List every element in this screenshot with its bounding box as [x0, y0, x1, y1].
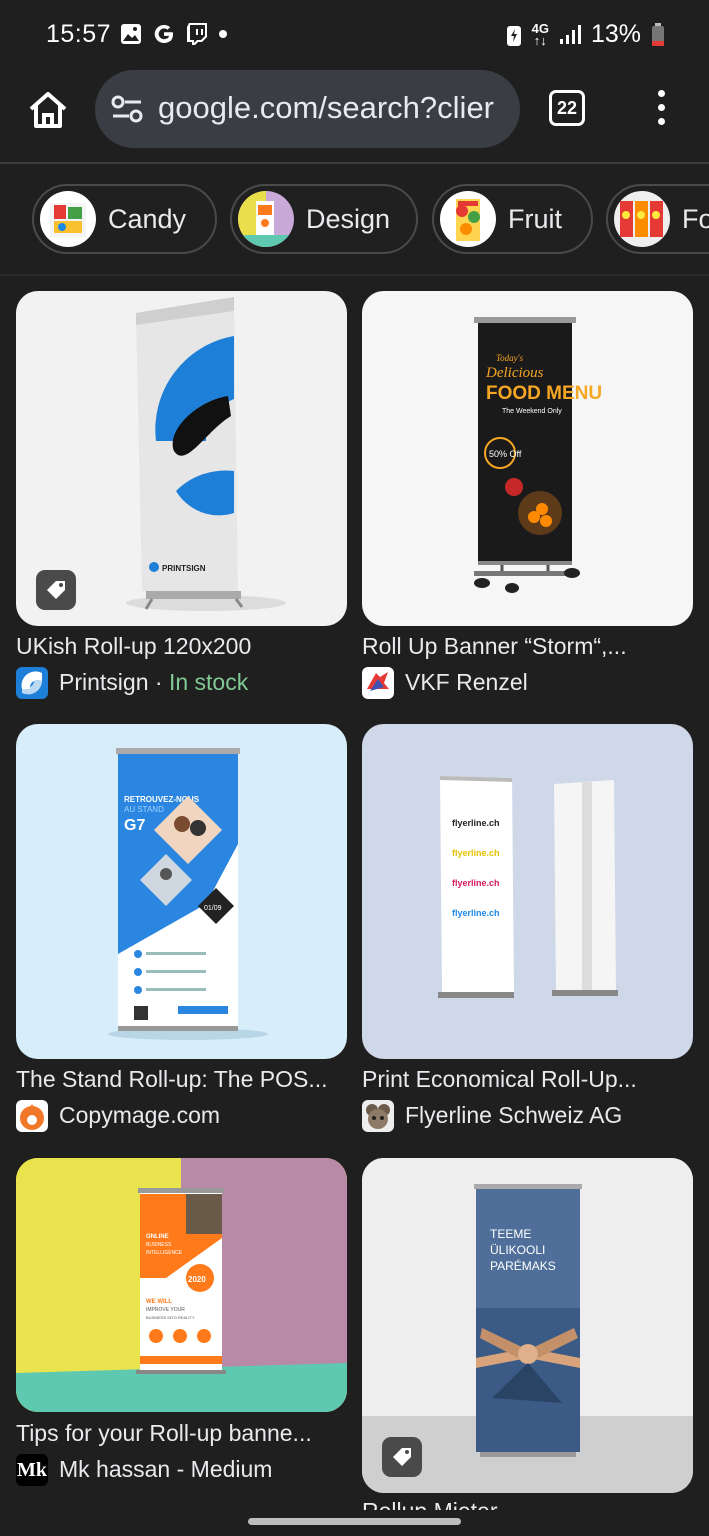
chip-thumbnail: [40, 191, 96, 247]
banner-text: Delicious: [485, 365, 544, 381]
network-type: 4G ↑↓: [531, 20, 549, 48]
more-options-icon[interactable]: [656, 90, 666, 126]
result-image[interactable]: PRINTSIGN: [16, 291, 347, 626]
chip-thumbnail: [440, 191, 496, 247]
result-image[interactable]: flyerline.ch flyerline.ch flyerline.ch f…: [362, 724, 693, 1059]
banner-text: BUSINESS: [146, 1242, 172, 1248]
source-favicon: Mk: [16, 1454, 48, 1486]
source-favicon: [16, 667, 48, 699]
result-source[interactable]: Printsign · In stock: [16, 667, 249, 699]
source-name: Flyerline Schweiz AG: [405, 1102, 623, 1128]
status-time: 15:57: [46, 20, 112, 48]
banner-text: flyerline.ch: [452, 818, 500, 828]
stock-status: In stock: [168, 669, 249, 695]
banner-text: 50% Off: [489, 449, 522, 459]
banner-text: 2020: [188, 1275, 206, 1284]
banner-text: ÜLIKOOLI: [490, 1243, 545, 1257]
battery-percent: 13%: [590, 20, 641, 48]
browser-toolbar: google.com/search?clier 22: [0, 68, 709, 164]
chip-fruit[interactable]: Fruit: [432, 184, 593, 254]
source-name: Copymage.com: [59, 1102, 221, 1128]
chip-label: Fruit: [508, 203, 562, 234]
battery-icon: [652, 22, 664, 46]
filter-chips: Candy Design Fruit Fo: [0, 164, 709, 276]
source-name: Mk hassan - Medium: [59, 1456, 273, 1482]
battery-saver-icon: [506, 25, 521, 46]
twitch-icon: [187, 23, 207, 45]
banner-text: G7: [124, 817, 145, 834]
chip-candy[interactable]: Candy: [32, 184, 217, 254]
chip-label: Design: [306, 203, 391, 234]
result-source[interactable]: Flyerline Schweiz AG: [362, 1100, 623, 1132]
system-status: 4G ↑↓ 13%: [506, 20, 665, 49]
banner-text: flyerline.ch: [452, 908, 500, 918]
banner-text: flyerline.ch: [452, 878, 500, 888]
result-image[interactable]: Today's Delicious FOOD MENU The Weekend …: [362, 291, 693, 626]
source-favicon: [362, 667, 394, 699]
result-title[interactable]: UKish Roll-up 120x200: [16, 633, 347, 660]
banner-text: Today's: [496, 353, 524, 363]
address-bar[interactable]: google.com/search?clier: [95, 70, 520, 148]
tab-switcher-button[interactable]: 22: [549, 90, 585, 126]
home-icon[interactable]: [26, 88, 70, 132]
result-title[interactable]: The Stand Roll-up: The POS...: [16, 1066, 347, 1093]
dot-icon: [219, 30, 227, 38]
chip-label: Candy: [108, 203, 187, 234]
status-bar: 15:57 4G ↑↓ 13%: [0, 0, 709, 68]
result-source[interactable]: Copymage.com: [16, 1100, 221, 1132]
gesture-navigation-bar[interactable]: [248, 1518, 461, 1525]
banner-text: BUSINESS INTO REALITY: [146, 1315, 195, 1320]
banner-text: The Weekend Only: [502, 408, 562, 415]
banner-text: IMPROVE YOUR: [146, 1307, 185, 1313]
source-favicon: [16, 1100, 48, 1132]
source-separator: ·: [148, 669, 169, 695]
source-name: VKF Renzel: [405, 669, 528, 695]
shopping-tag-icon: [382, 1437, 422, 1477]
result-title[interactable]: Roll Up Banner “Storm“,...: [362, 633, 693, 660]
banner-text: PARÉMAKS: [490, 1258, 556, 1273]
banner-text: INTELLIGENCE: [146, 1250, 183, 1256]
result-source[interactable]: Mk Mk hassan - Medium: [16, 1454, 273, 1486]
shopping-tag-icon: [36, 570, 76, 610]
result-title[interactable]: Print Economical Roll-Up...: [362, 1066, 693, 1093]
chip-label: Fo: [682, 203, 709, 234]
google-icon: [154, 25, 173, 43]
result-image[interactable]: TEEME ÜLIKOOLI PARÉMAKS: [362, 1158, 693, 1493]
gallery-icon: [121, 24, 141, 44]
banner-text: ONLINE: [146, 1234, 169, 1240]
banner-text: AU STAND: [124, 805, 164, 814]
result-title[interactable]: Rollup Mieter...: [362, 1498, 693, 1510]
chip-thumbnail: [238, 191, 294, 247]
url-text[interactable]: google.com/search?clier: [158, 90, 494, 126]
result-image[interactable]: RETROUVEZ-NOUS AU STAND G7 01/09: [16, 724, 347, 1059]
banner-text: WE WILL: [146, 1299, 172, 1305]
banner-text: FOOD MENU: [486, 383, 602, 404]
site-settings-icon[interactable]: [111, 94, 143, 124]
banner-text: TEEME: [490, 1227, 531, 1241]
banner-logo-text: PRINTSIGN: [162, 564, 206, 573]
banner-text: 01/09: [204, 905, 222, 912]
result-title[interactable]: Tips for your Roll-up banne...: [16, 1420, 347, 1447]
chip-thumbnail: [614, 191, 670, 247]
result-source[interactable]: VKF Renzel: [362, 667, 528, 699]
result-image[interactable]: ONLINE BUSINESS INTELLIGENCE 2020 WE WIL…: [16, 1158, 347, 1412]
banner-text: flyerline.ch: [452, 848, 500, 858]
signal-icon: [559, 24, 581, 44]
source-name: Printsign: [59, 669, 149, 695]
source-favicon: [362, 1100, 394, 1132]
chip-food[interactable]: Fo: [606, 184, 709, 254]
chip-design[interactable]: Design: [230, 184, 418, 254]
notification-icons: [120, 22, 228, 46]
